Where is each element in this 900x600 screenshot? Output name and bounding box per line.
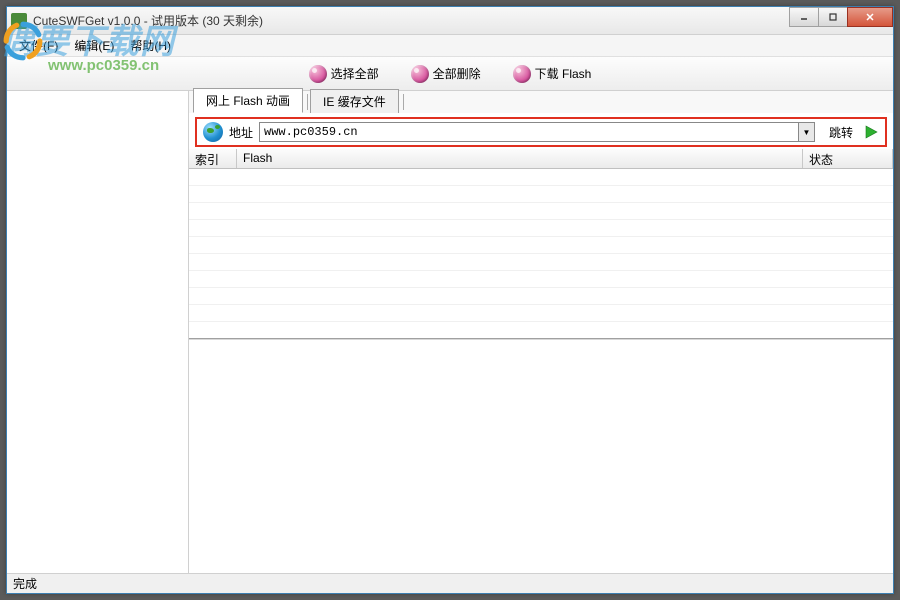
table-row[interactable] — [189, 254, 893, 271]
table-row[interactable] — [189, 288, 893, 305]
table-row[interactable] — [189, 169, 893, 186]
window-controls — [790, 7, 893, 27]
menubar: 文件(F) 编辑(E) 帮助(H) — [7, 35, 893, 57]
address-label: 地址 — [229, 124, 253, 141]
tab-separator — [403, 94, 404, 110]
menu-file[interactable]: 文件(F) — [11, 35, 66, 56]
preview-pane — [189, 339, 893, 573]
toolbar: 选择全部 全部删除 下载 Flash — [7, 57, 893, 91]
menu-help[interactable]: 帮助(H) — [122, 35, 179, 56]
globe-icon — [203, 122, 223, 142]
flash-table: 索引 Flash 状态 — [189, 149, 893, 339]
menu-edit[interactable]: 编辑(E) — [66, 35, 122, 56]
go-button[interactable] — [863, 124, 879, 140]
main-panel: 网上 Flash 动画 IE 缓存文件 地址 ▼ 跳转 索引 — [189, 91, 893, 573]
app-window: CuteSWFGet v1.0.0 - 试用版本 (30 天剩余) 文件(F) … — [6, 6, 894, 594]
select-all-label: 选择全部 — [331, 65, 379, 82]
select-all-button[interactable]: 选择全部 — [305, 63, 383, 85]
table-row[interactable] — [189, 322, 893, 339]
address-dropdown-icon[interactable]: ▼ — [798, 123, 814, 141]
status-text: 完成 — [13, 575, 37, 592]
column-index[interactable]: 索引 — [189, 149, 237, 168]
table-row[interactable] — [189, 237, 893, 254]
download-flash-button[interactable]: 下载 Flash — [509, 63, 596, 85]
tab-separator — [307, 94, 308, 110]
table-row[interactable] — [189, 186, 893, 203]
address-bar: 地址 ▼ 跳转 — [195, 117, 887, 147]
table-body — [189, 169, 893, 338]
minimize-button[interactable] — [789, 7, 819, 27]
tab-ie-cache[interactable]: IE 缓存文件 — [310, 89, 399, 113]
go-label: 跳转 — [829, 124, 853, 141]
table-header: 索引 Flash 状态 — [189, 149, 893, 169]
download-flash-label: 下载 Flash — [535, 65, 592, 82]
download-flash-icon — [513, 65, 531, 83]
tab-strip: 网上 Flash 动画 IE 缓存文件 — [189, 91, 893, 113]
statusbar: 完成 — [7, 573, 893, 593]
table-row[interactable] — [189, 203, 893, 220]
play-icon — [863, 124, 879, 140]
tab-web-flash[interactable]: 网上 Flash 动画 — [193, 88, 303, 113]
select-all-icon — [309, 65, 327, 83]
content-area: 网上 Flash 动画 IE 缓存文件 地址 ▼ 跳转 索引 — [7, 91, 893, 573]
titlebar: CuteSWFGet v1.0.0 - 试用版本 (30 天剩余) — [7, 7, 893, 35]
address-input[interactable] — [260, 123, 798, 141]
table-row[interactable] — [189, 220, 893, 237]
column-flash[interactable]: Flash — [237, 149, 803, 168]
address-combo: ▼ — [259, 122, 815, 142]
column-status[interactable]: 状态 — [803, 149, 893, 168]
close-button[interactable] — [847, 7, 893, 27]
delete-all-label: 全部删除 — [433, 65, 481, 82]
app-icon — [11, 13, 27, 29]
maximize-button[interactable] — [818, 7, 848, 27]
delete-all-button[interactable]: 全部删除 — [407, 63, 485, 85]
delete-all-icon — [411, 65, 429, 83]
sidebar — [7, 91, 189, 573]
window-title: CuteSWFGet v1.0.0 - 试用版本 (30 天剩余) — [33, 12, 263, 29]
table-row[interactable] — [189, 305, 893, 322]
table-row[interactable] — [189, 271, 893, 288]
